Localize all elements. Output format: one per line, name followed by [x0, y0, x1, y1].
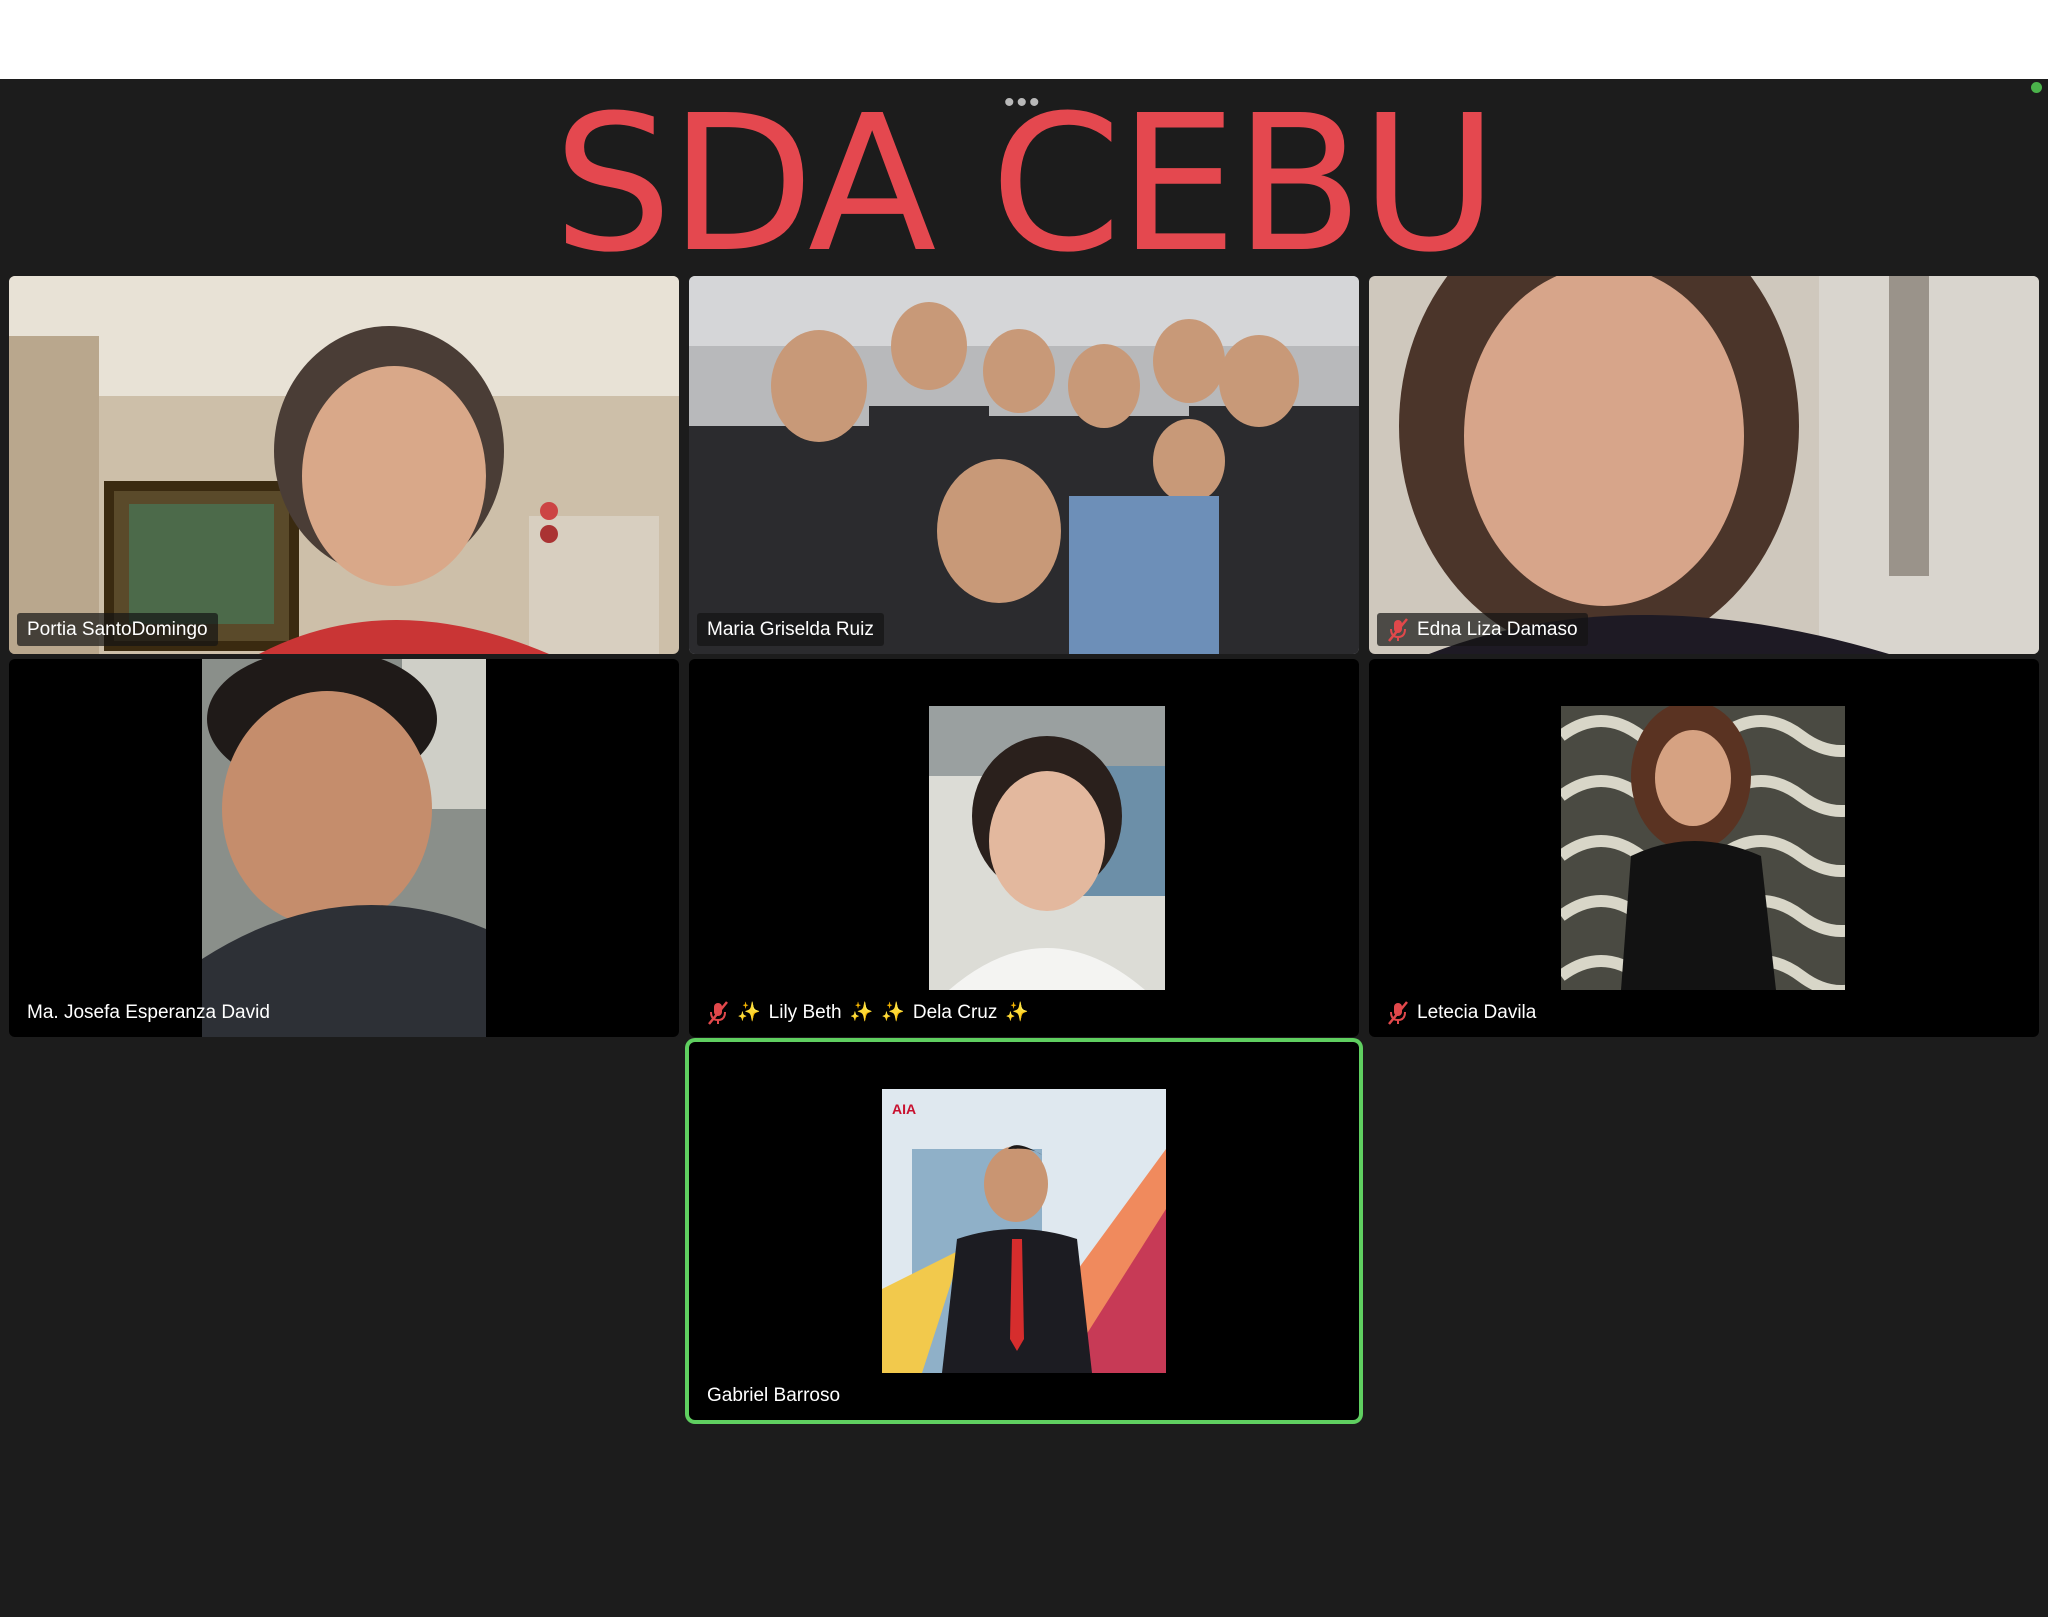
- participant-name: Gabriel Barroso: [707, 1385, 841, 1406]
- sparkle-icon: ✨: [737, 1002, 761, 1023]
- participant-video: [1369, 276, 2039, 654]
- participant-name-label: Edna Liza Damaso: [1377, 613, 1588, 646]
- participant-name: Edna Liza Damaso: [1417, 619, 1578, 640]
- participant-name-label: Maria Griselda Ruiz: [697, 613, 884, 646]
- video-tile-letecia[interactable]: Letecia Davila: [1369, 659, 2039, 1037]
- svg-text:AIA: AIA: [892, 1101, 916, 1117]
- sparkle-icon: ✨: [881, 1002, 905, 1023]
- participant-video: AIA: [882, 1089, 1166, 1373]
- participant-name: Maria Griselda Ruiz: [707, 619, 874, 640]
- video-tile-josefa[interactable]: Ma. Josefa Esperanza David: [9, 659, 679, 1037]
- participant-name-label: Ma. Josefa Esperanza David: [17, 996, 280, 1029]
- participant-name-first: Lily Beth: [768, 1002, 842, 1023]
- participant-video: [689, 276, 1359, 654]
- participant-name: Letecia Davila: [1417, 1002, 1537, 1023]
- participant-video: [9, 276, 679, 654]
- participant-name-label: Letecia Davila: [1377, 996, 1546, 1029]
- video-tile-maria[interactable]: Maria Griselda Ruiz: [689, 276, 1359, 654]
- microphone-muted-icon: [708, 1000, 728, 1025]
- sparkle-icon: ✨: [1005, 1002, 1030, 1023]
- meeting-title: SDA CEBU: [553, 75, 1498, 294]
- video-tile-portia[interactable]: Portia SantoDomingo: [9, 276, 679, 654]
- sparkle-icon: ✨: [849, 1002, 874, 1023]
- microphone-muted-icon: [1388, 617, 1408, 642]
- participant-video: [929, 706, 1165, 990]
- participant-video: [202, 659, 486, 1037]
- participant-name-label: ✨ Lily Beth ✨ ✨ Dela Cruz ✨: [697, 996, 1039, 1029]
- participant-name-last: Dela Cruz: [912, 1002, 998, 1023]
- participant-name-label: Gabriel Barroso: [697, 1379, 850, 1412]
- video-tile-edna[interactable]: Edna Liza Damaso: [1369, 276, 2039, 654]
- video-tile-gabriel[interactable]: AIA Gabriel Barroso: [689, 1042, 1359, 1420]
- participant-video: [1561, 706, 1845, 990]
- video-tile-lily-beth[interactable]: ✨ Lily Beth ✨ ✨ Dela Cruz ✨: [689, 659, 1359, 1037]
- microphone-muted-icon: [1388, 1000, 1408, 1025]
- participant-name: Portia SantoDomingo: [27, 619, 208, 640]
- participant-name: Ma. Josefa Esperanza David: [27, 1002, 270, 1023]
- participant-name-label: Portia SantoDomingo: [17, 613, 218, 646]
